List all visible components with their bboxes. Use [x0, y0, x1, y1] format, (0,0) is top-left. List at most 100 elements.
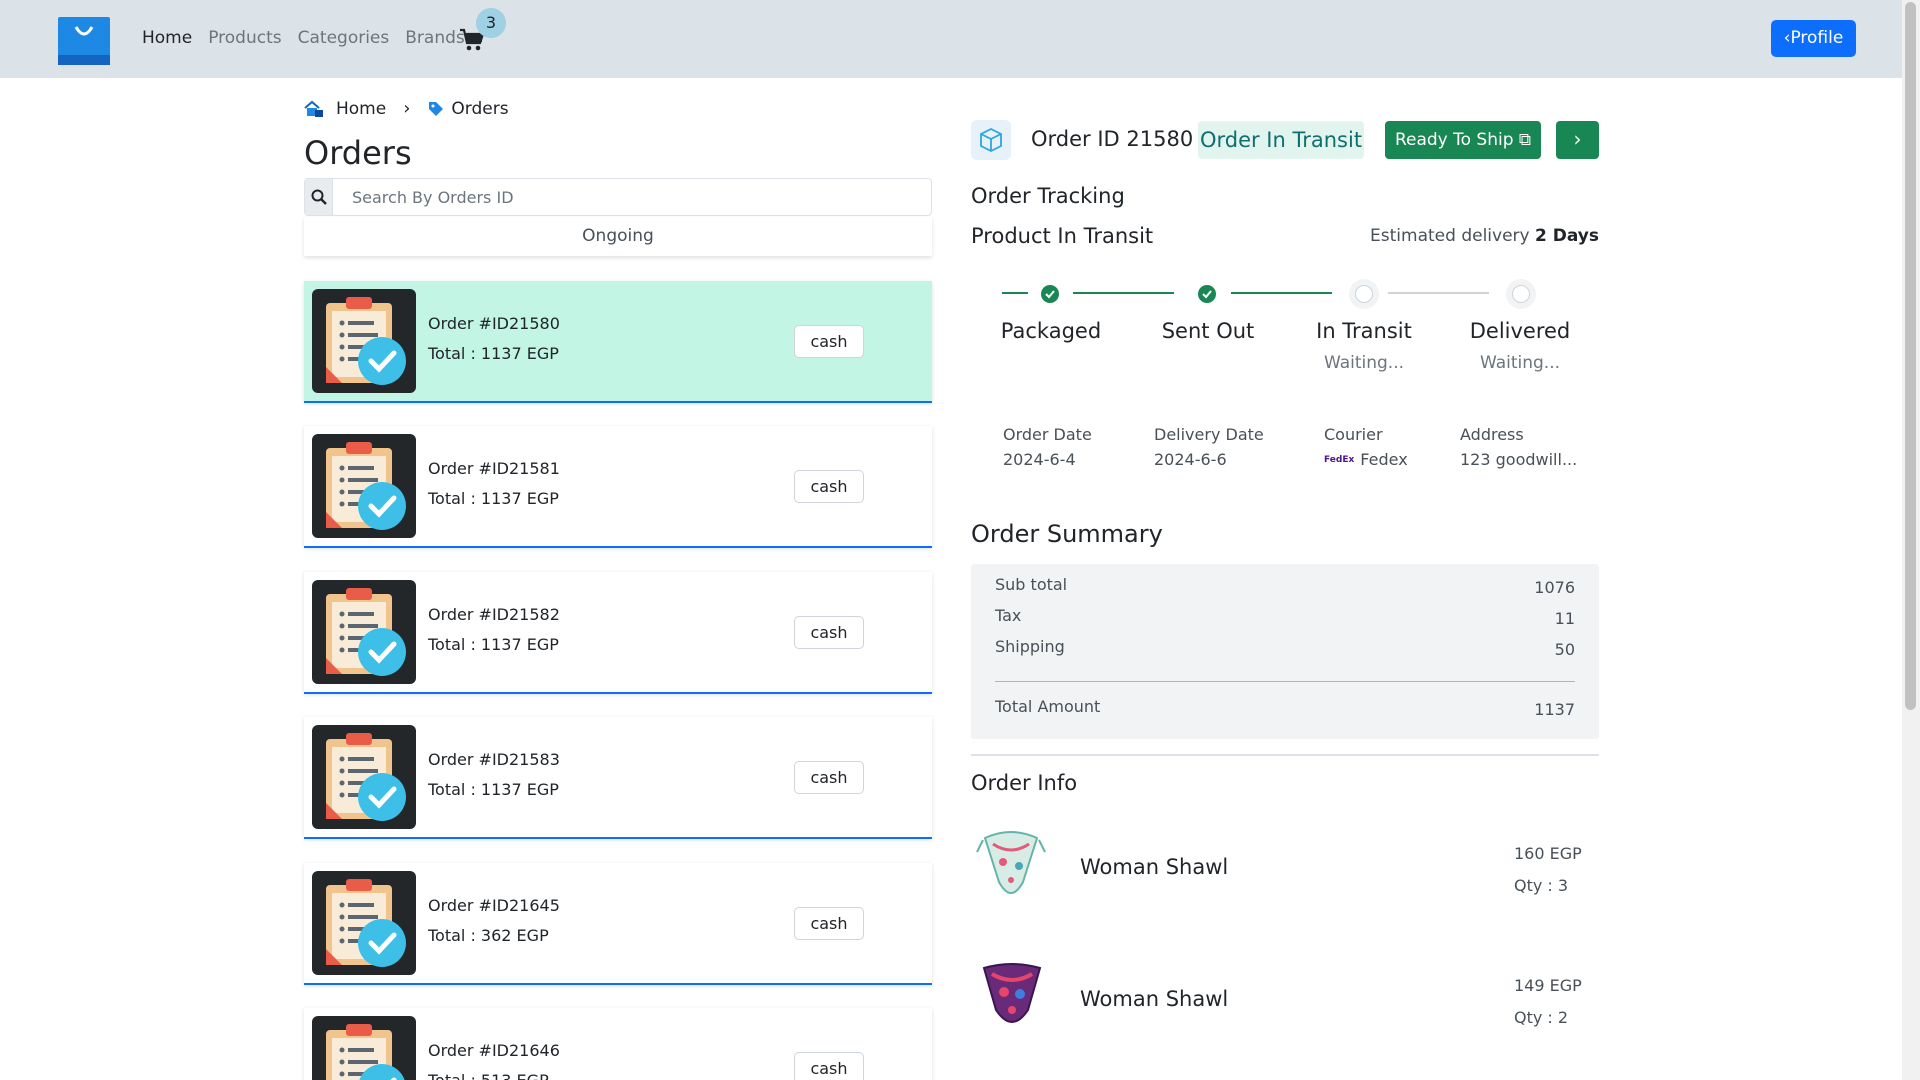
step-check-icon: [1198, 285, 1216, 303]
breadcrumb: Home › Orders: [304, 98, 509, 119]
step-connector: [1231, 292, 1332, 294]
courier-label: Courier: [1324, 425, 1383, 444]
next-order-button[interactable]: ›: [1556, 121, 1599, 159]
tax-label: Tax: [995, 606, 1022, 625]
navbar: Home Products Categories Brands 3 ‹Profi…: [0, 0, 1902, 78]
order-summary-box: Sub total 1076 Tax 11 Shipping 50 Total …: [971, 564, 1599, 739]
order-card[interactable]: Order #ID21582 Total : 1137 EGP cash: [304, 572, 932, 694]
ready-to-ship-button[interactable]: Ready To Ship ⧉: [1385, 121, 1541, 159]
order-clipboard-icon: [312, 434, 416, 538]
tax-value: 11: [1554, 609, 1575, 628]
step-check-icon: [1041, 285, 1059, 303]
package-box-icon: [971, 120, 1011, 160]
order-summary-title: Order Summary: [971, 520, 1163, 548]
order-date-value: 2024-6-4: [1003, 450, 1076, 469]
order-status-badge: Order In Transit: [1198, 121, 1364, 159]
page-title: Orders: [304, 134, 412, 172]
payment-method-badge: cash: [794, 1052, 864, 1080]
delivery-date-value: 2024-6-6: [1154, 450, 1227, 469]
order-tracking-title: Order Tracking: [971, 184, 1125, 208]
item-price: 149 EGP: [1514, 976, 1582, 995]
nav-home-link[interactable]: Home: [142, 28, 192, 48]
order-card[interactable]: Order #ID21645 Total : 362 EGP cash: [304, 863, 932, 985]
order-total: Total : 1137 EGP: [428, 489, 559, 508]
total-label: Total Amount: [995, 697, 1101, 716]
order-total: Total : 1137 EGP: [428, 780, 559, 799]
estimated-delivery-value: 2 Days: [1534, 226, 1599, 246]
shawl-product-image: [976, 831, 1046, 894]
payment-method-badge: cash: [794, 325, 864, 358]
address-value: 123 goodwill...: [1460, 450, 1578, 469]
step-label-in-transit: In Transit: [1316, 319, 1412, 343]
order-total: Total : 513 EGP: [428, 1071, 549, 1080]
search-icon: [305, 179, 333, 215]
step-label-sent-out: Sent Out: [1161, 319, 1255, 343]
order-card[interactable]: Order #ID21583 Total : 1137 EGP cash: [304, 717, 932, 839]
step-label-packaged: Packaged: [1000, 319, 1102, 343]
cart-count-badge: 3: [476, 8, 506, 38]
item-name: Woman Shawl: [1080, 987, 1229, 1011]
order-id: Order #ID21581: [428, 459, 560, 478]
estimated-delivery-label: Estimated delivery: [1370, 226, 1535, 246]
search-bar: [304, 178, 932, 216]
order-clipboard-icon: [312, 725, 416, 829]
section-divider: [971, 754, 1599, 756]
order-id: Order #ID21646: [428, 1041, 560, 1060]
item-qty: Qty : 2: [1514, 1008, 1569, 1027]
nav-links: Home Products Categories Brands: [142, 28, 465, 48]
item-price: 160 EGP: [1514, 844, 1582, 863]
order-total: Total : 1137 EGP: [428, 344, 559, 363]
order-id: Order #ID21580: [428, 314, 560, 333]
order-date-label: Order Date: [1003, 425, 1092, 444]
fedex-logo-icon: FedEx: [1324, 454, 1355, 465]
step-status-in-transit: Waiting...: [1323, 353, 1405, 373]
order-id: Order #ID21583: [428, 750, 560, 769]
profile-button[interactable]: ‹Profile: [1771, 20, 1856, 57]
subtotal-value: 1076: [1534, 578, 1575, 597]
delivery-date-info: Delivery Date 2024-6-6: [1154, 425, 1264, 469]
order-clipboard-icon: [312, 289, 416, 393]
payment-method-badge: cash: [794, 470, 864, 503]
order-clipboard-icon: [312, 580, 416, 684]
order-total: Total : 362 EGP: [428, 926, 549, 945]
payment-method-badge: cash: [794, 616, 864, 649]
step-label-delivered: Delivered: [1469, 319, 1571, 343]
order-info-title: Order Info: [971, 771, 1078, 795]
chevron-right-icon: ›: [403, 98, 411, 119]
courier-info: Courier FedEx Fedex: [1324, 425, 1408, 469]
tab-ongoing[interactable]: Ongoing: [304, 217, 932, 256]
payment-method-badge: cash: [794, 907, 864, 940]
step-status-delivered: Waiting...: [1479, 353, 1561, 373]
summary-divider: [995, 681, 1575, 682]
breadcrumb-home-link[interactable]: Home: [336, 99, 386, 119]
shop-home-icon: [304, 100, 323, 117]
delivery-date-label: Delivery Date: [1154, 425, 1264, 444]
address-label: Address: [1460, 425, 1524, 444]
total-value: 1137: [1534, 700, 1575, 719]
order-total: Total : 1137 EGP: [428, 635, 559, 654]
shawl-product-image: [982, 963, 1042, 1023]
order-clipboard-icon: [312, 1016, 416, 1080]
subtotal-label: Sub total: [995, 575, 1068, 594]
order-date-info: Order Date 2024-6-4: [1003, 425, 1092, 469]
search-input[interactable]: [333, 179, 931, 215]
order-clipboard-icon: [312, 871, 416, 975]
payment-method-badge: cash: [794, 761, 864, 794]
scrollbar-thumb[interactable]: [1905, 2, 1916, 710]
order-card[interactable]: Order #ID21581 Total : 1137 EGP cash: [304, 426, 932, 548]
step-connector: [1073, 292, 1174, 294]
order-id: Order #ID21582: [428, 605, 560, 624]
estimated-delivery: Estimated delivery 2 Days: [1340, 226, 1599, 246]
step-connector: [1388, 292, 1489, 294]
nav-products-link[interactable]: Products: [208, 28, 281, 48]
order-card[interactable]: Order #ID21646 Total : 513 EGP cash: [304, 1008, 932, 1080]
nav-categories-link[interactable]: Categories: [298, 28, 390, 48]
order-id-title: Order ID 21580: [1031, 127, 1194, 151]
order-card[interactable]: Order #ID21580 Total : 1137 EGP cash: [304, 281, 932, 403]
breadcrumb-current: Orders: [451, 98, 509, 119]
nav-brands-link[interactable]: Brands: [405, 28, 465, 48]
tag-icon: [429, 101, 444, 116]
step-connector: [1002, 292, 1028, 294]
item-qty: Qty : 3: [1514, 876, 1569, 895]
shopping-bag-logo-icon[interactable]: [56, 15, 112, 67]
